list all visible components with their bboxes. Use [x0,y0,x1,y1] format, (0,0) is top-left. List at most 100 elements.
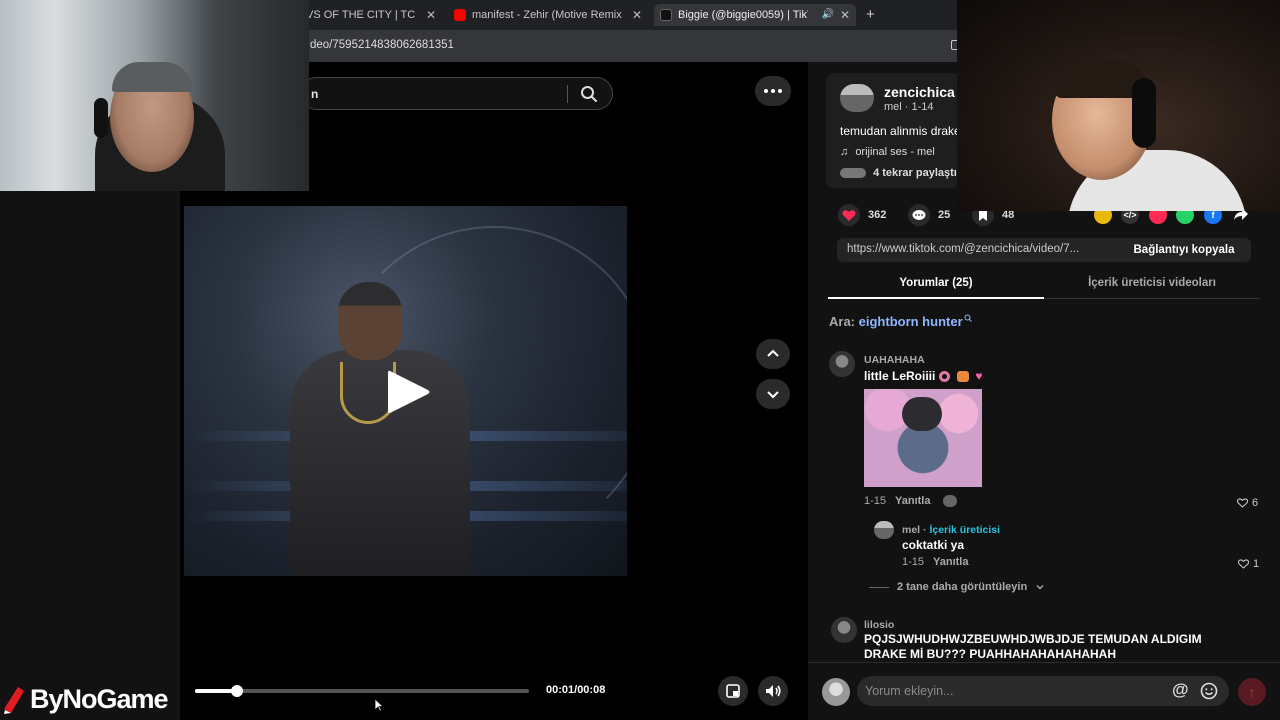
previous-video-button[interactable] [756,339,790,369]
beanie [112,62,192,92]
close-icon[interactable]: ✕ [840,8,850,22]
screen: VS OF THE CITY | TCF - ✕ manifest - Zehi… [0,0,1280,720]
reply-button[interactable]: Yanıtla [933,556,968,568]
mouse-cursor-icon [374,698,384,712]
avatar[interactable] [874,521,894,539]
search-box[interactable]: n [300,77,613,110]
repost-avatars-icon [840,168,866,179]
comment-input[interactable]: Yorum ekleyin... @ [857,676,1229,706]
view-more-replies[interactable]: 2 tane daha görüntüleyin [869,581,1045,593]
music-note-icon: ♫ [840,146,849,158]
reply-date: 1-15 [902,556,925,568]
reply-text: coktatki ya [902,538,965,552]
view-more-label: 2 tane daha görüntüleyin [897,581,1028,593]
tiktok-icon [660,9,672,21]
reply-username[interactable]: mel [902,524,920,536]
youtube-icon [454,9,466,21]
volume-button[interactable] [758,676,788,706]
post-link[interactable]: https://www.tiktok.com/@zencichica/video… [847,243,1109,255]
search-icon [964,314,972,322]
active-tab-indicator [828,297,1044,299]
close-icon[interactable]: ✕ [426,8,436,22]
browser-tab-tiktok[interactable]: Biggie (@biggie0059) | TikT 🔊 ✕ [654,4,856,26]
reposts-info[interactable]: 4 tekrar paylaştı [840,167,960,179]
post-username[interactable]: zencichica [884,84,959,100]
comment-date: 1-15 [864,495,887,507]
play-icon[interactable] [384,367,432,417]
search-suggestion[interactable]: Ara: eightborn hunter [829,314,972,329]
tab-creator-videos[interactable]: İçerik üreticisi videoları [1044,277,1260,289]
post-description: temudan alinmis drake [840,124,960,138]
send-comment-button[interactable]: ↑ [1238,678,1266,706]
like-button[interactable]: 362 [838,204,886,226]
comment-count: 25 [938,209,951,221]
post-music[interactable]: ♫ orijinal ses - mel [840,146,935,158]
reposts-label: 4 tekrar paylaştı [873,167,957,179]
browser-tab-city[interactable]: VS OF THE CITY | TCF - ✕ [300,4,442,26]
avatar [822,678,850,706]
reply-button[interactable]: Yanıtla [895,495,930,507]
pip-icon [726,684,740,698]
close-icon[interactable]: ✕ [632,8,642,22]
comment-icon [908,204,930,226]
avatar[interactable] [831,617,857,643]
heart-outline-icon [1238,559,1249,569]
mention-icon[interactable]: @ [1172,680,1189,700]
search-icon[interactable] [579,84,599,104]
comment-text: little LeRoiiii ♥ [864,369,982,383]
heart-emoji-icon: ♥ [975,369,983,383]
divider-line [869,586,889,588]
copy-link-box: https://www.tiktok.com/@zencichica/video… [837,238,1251,262]
chevron-down-icon [767,391,779,399]
speaker-icon [766,685,781,697]
tab-label: Biggie (@biggie0059) | TikT [678,9,808,21]
comment-username[interactable]: lilosio [864,619,894,631]
comment-text: PQJSJWHUDHWJZBEUWHDJWBJDJE TEMUDAN ALDIG… [864,632,1202,661]
heart-outline-icon [1237,498,1248,508]
comment-text-label: little LeRoiiii [864,369,936,383]
donut-emoji-icon [939,370,951,382]
search-input[interactable]: n [311,87,318,101]
comment-gif-image[interactable] [864,389,982,487]
arrow-up-icon: ↑ [1248,684,1256,700]
gif-person [902,397,942,431]
like-count: 362 [868,209,887,221]
emoji-icon[interactable] [1200,682,1218,700]
avatar[interactable] [840,84,874,112]
webcam-right [957,0,1280,211]
panel-tabs: Yorumlar (25) İçerik üreticisi videoları [828,272,1260,299]
search-divider [567,85,568,103]
creator-liked-avatar [943,495,957,507]
copy-link-button[interactable]: Bağlantıyı kopyala [1117,238,1251,262]
comment-username[interactable]: UAHAHAHA [864,354,925,366]
performer-head [338,282,402,360]
seek-bar[interactable] [195,685,529,697]
browser-tab-manifest[interactable]: manifest - Zehir (Motive Remix) ✕ [448,4,648,26]
comment-button[interactable]: 25 [908,204,950,226]
search-suggestion-keyword[interactable]: eightborn hunter [859,314,963,329]
webcam-left [0,0,309,191]
tab-label: VS OF THE CITY | TCF - [306,9,416,21]
comment-like-button[interactable]: 1 [1238,558,1259,570]
url-text[interactable]: deo/7595214838062681351 [310,39,454,51]
tab-comments[interactable]: Yorumlar (25) [828,277,1044,289]
post-meta: mel · 1-14 [884,101,934,113]
heart-icon [838,204,860,226]
headphones-icon [94,98,108,138]
floating-player-button[interactable] [718,676,748,706]
comment-input-placeholder: Yorum ekleyin... [865,684,954,698]
search-suggestion-prefix: Ara: [829,314,856,329]
tab-label: manifest - Zehir (Motive Remix) [472,9,622,21]
seek-thumb[interactable] [230,685,243,697]
brand-logo: ByNoGame [2,684,169,715]
next-video-button[interactable] [756,379,790,409]
chevron-up-icon [767,349,779,357]
dot [778,89,782,93]
bynogame-logo-icon [4,686,24,714]
avatar[interactable] [829,351,855,377]
new-tab-button[interactable]: + [866,6,875,23]
comment-like-button[interactable]: 6 [1237,497,1258,509]
speaker-icon[interactable]: 🔊 [822,9,834,20]
dot [771,89,775,93]
more-options-button[interactable] [755,76,791,106]
